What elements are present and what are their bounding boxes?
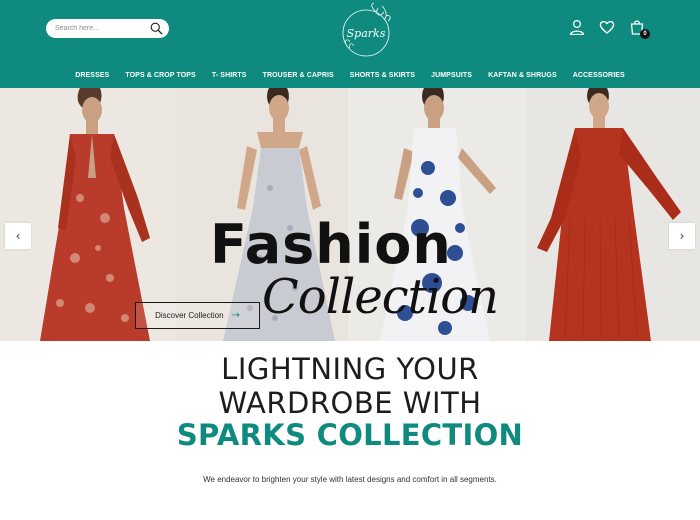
tagline: We endeavor to brighten your style with …: [203, 475, 497, 484]
nav-item-t-shirts[interactable]: T- SHIRTS: [204, 72, 255, 79]
arrow-right-icon: →: [231, 310, 240, 321]
heart-icon[interactable]: [599, 19, 615, 35]
search-icon[interactable]: [150, 22, 163, 35]
main-navigation: DRESSES TOPS & CROP TOPS T- SHIRTS TROUS…: [0, 72, 700, 79]
nav-item-accessories[interactable]: ACCESSORIES: [565, 72, 633, 79]
search-input[interactable]: [55, 25, 145, 32]
discover-collection-label: Discover Collection: [155, 311, 224, 320]
sparks-logo[interactable]: Sparks: [340, 2, 394, 60]
nav-item-trouser-capris[interactable]: TROUSER & CAPRIS: [255, 72, 342, 79]
discover-collection-button[interactable]: Discover Collection →: [135, 302, 260, 329]
headline-line-2: WARDROBE WITH: [218, 386, 482, 420]
carousel-next-button[interactable]: ›: [669, 223, 695, 249]
chevron-right-icon: ›: [679, 229, 685, 243]
hero-script-title: Collection: [262, 269, 499, 325]
carousel-prev-button[interactable]: ‹: [5, 223, 31, 249]
hero-carousel: ‹ › Fashion Collection Discover Collecti…: [0, 88, 700, 341]
nav-item-tops-crop-tops[interactable]: TOPS & CROP TOPS: [117, 72, 203, 79]
headline-line-1: LIGHTNING YOUR: [221, 352, 479, 386]
header-actions: 0: [569, 19, 650, 39]
user-icon[interactable]: [569, 19, 585, 35]
cart-button[interactable]: 0: [629, 19, 650, 39]
nav-item-shorts-skirts[interactable]: SHORTS & SKIRTS: [342, 72, 423, 79]
cart-count-badge: 0: [640, 29, 650, 39]
headline-accent: SPARKS COLLECTION: [176, 418, 524, 452]
nav-item-dresses[interactable]: DRESSES: [67, 72, 117, 79]
chevron-left-icon: ‹: [15, 229, 21, 243]
headline: LIGHTNING YOUR WARDROBE WITH: [0, 352, 700, 420]
site-header: Sparks 0 DRESSES TOPS & CROP TOPS T- SHI…: [0, 0, 700, 88]
model-photo-red-maxi-dress: [525, 88, 700, 341]
nav-item-jumpsuits[interactable]: JUMPSUITS: [423, 72, 480, 79]
model-illustration: [537, 88, 681, 341]
nav-item-kaftan-shrugs[interactable]: KAFTAN & SHRUGS: [480, 72, 565, 79]
search-bar[interactable]: [46, 19, 169, 38]
hero-title: Fashion: [210, 213, 452, 276]
logo-text: Sparks: [347, 27, 386, 40]
